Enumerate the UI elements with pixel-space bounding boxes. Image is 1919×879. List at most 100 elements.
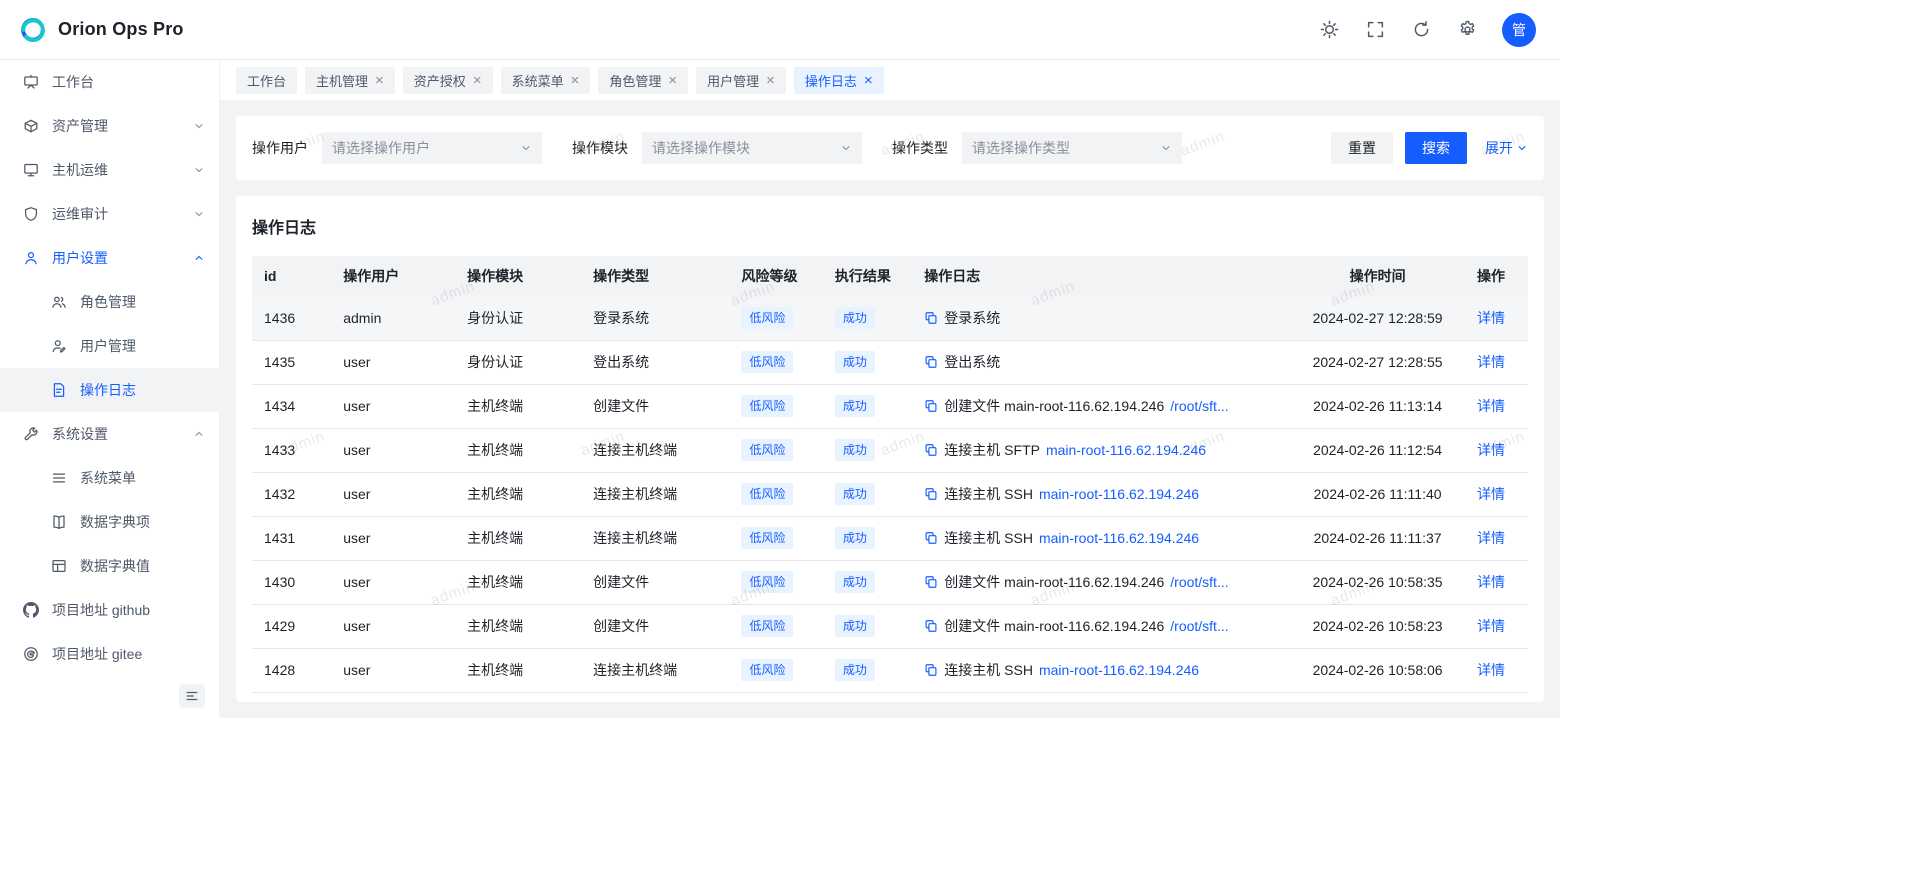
copy-icon[interactable] xyxy=(924,399,938,413)
detail-link[interactable]: 详情 xyxy=(1477,530,1505,546)
tab-label: 资产授权 xyxy=(414,71,466,90)
tab-user-management[interactable]: 用户管理× xyxy=(696,67,786,94)
cell-id: 1433 xyxy=(252,428,331,472)
operation-user-select[interactable]: 请选择操作用户 xyxy=(322,132,542,164)
sidebar-item-user-management[interactable]: 用户管理 xyxy=(0,324,219,368)
github-icon xyxy=(22,602,39,619)
tab-operation-log[interactable]: 操作日志× xyxy=(794,67,884,94)
cell-user: user xyxy=(331,648,455,692)
operation-module-select[interactable]: 请选择操作模块 xyxy=(642,132,862,164)
close-icon[interactable]: × xyxy=(375,73,384,88)
cell-module: 主机终端 xyxy=(455,472,581,516)
detail-link[interactable]: 详情 xyxy=(1477,486,1505,502)
log-link[interactable]: main-root-116.62.194.246 xyxy=(1039,662,1199,678)
log-link[interactable]: /root/sft... xyxy=(1170,574,1228,590)
copy-icon[interactable] xyxy=(924,355,938,369)
detail-link[interactable]: 详情 xyxy=(1477,442,1505,458)
collapse-sidebar-button[interactable] xyxy=(179,684,205,708)
logo-icon xyxy=(18,15,48,45)
result-badge: 成功 xyxy=(835,571,875,593)
copy-icon[interactable] xyxy=(924,619,938,633)
sidebar-item-system-settings[interactable]: 系统设置 xyxy=(0,412,219,456)
log-link[interactable]: main-root-116.62.194.246 xyxy=(1039,486,1199,502)
detail-link[interactable]: 详情 xyxy=(1477,354,1505,370)
result-badge: 成功 xyxy=(835,527,875,549)
cell-module: 身份认证 xyxy=(455,296,581,340)
column-header: 操作时间 xyxy=(1290,256,1465,296)
sidebar-item-gitee[interactable]: 项目地址 gitee xyxy=(0,632,219,676)
chevron-down-icon xyxy=(520,142,532,154)
detail-link[interactable]: 详情 xyxy=(1477,618,1505,634)
sidebar-item-user-settings[interactable]: 用户设置 xyxy=(0,236,219,280)
copy-icon[interactable] xyxy=(924,575,938,589)
sidebar-item-ops-audit[interactable]: 运维审计 xyxy=(0,192,219,236)
detail-link[interactable]: 详情 xyxy=(1477,310,1505,326)
detail-link[interactable]: 详情 xyxy=(1477,398,1505,414)
sidebar-item-workbench[interactable]: 工作台 xyxy=(0,60,219,104)
tab-bar: 工作台主机管理×资产授权×系统菜单×角色管理×用户管理×操作日志× xyxy=(220,60,1560,100)
sidebar-item-github[interactable]: 项目地址 github xyxy=(0,588,219,632)
cell-user: user xyxy=(331,692,455,702)
sidebar-item-host-ops[interactable]: 主机运维 xyxy=(0,148,219,192)
menu-icon xyxy=(50,470,67,487)
close-icon[interactable]: × xyxy=(668,73,677,88)
detail-link[interactable]: 详情 xyxy=(1477,662,1505,678)
refresh-icon[interactable] xyxy=(1410,19,1432,41)
card-title: 操作日志 xyxy=(252,214,1528,238)
reset-button[interactable]: 重置 xyxy=(1331,132,1393,164)
close-icon[interactable]: × xyxy=(473,73,482,88)
log-link[interactable]: /root/sft... xyxy=(1170,398,1228,414)
copy-icon[interactable] xyxy=(924,311,938,325)
user-group-icon xyxy=(50,294,67,311)
copy-icon[interactable] xyxy=(924,531,938,545)
theme-brightness-icon[interactable] xyxy=(1318,19,1340,41)
expand-toggle[interactable]: 展开 xyxy=(1485,138,1528,158)
copy-icon[interactable] xyxy=(924,443,938,457)
cell-type: 连接主机终端 xyxy=(581,516,729,560)
cell-type: 连接主机终端 xyxy=(581,472,729,516)
sidebar-item-system-menu[interactable]: 系统菜单 xyxy=(0,456,219,500)
close-icon[interactable]: × xyxy=(864,73,873,88)
fullscreen-icon[interactable] xyxy=(1364,19,1386,41)
close-icon[interactable]: × xyxy=(766,73,775,88)
cell-id: 1432 xyxy=(252,472,331,516)
tab-system-menu[interactable]: 系统菜单 × xyxy=(501,67,591,94)
risk-badge: 低风险 xyxy=(741,351,793,373)
log-text: 连接主机 SSH xyxy=(944,660,1033,680)
log-link[interactable]: main-root-116.62.194.246 xyxy=(1039,530,1199,546)
operation-log-table: id操作用户操作模块操作类型风险等级执行结果操作日志操作时间操作 1436adm… xyxy=(252,256,1528,702)
copy-icon[interactable] xyxy=(924,663,938,677)
tab-asset-authorization[interactable]: 资产授权 × xyxy=(403,67,493,94)
tab-label: 系统菜单 xyxy=(512,71,564,90)
column-header: 执行结果 xyxy=(823,256,912,296)
tab-host-management[interactable]: 主机管理× xyxy=(305,67,395,94)
sidebar-nav: 工作台资产管理主机运维运维审计用户设置角色管理用户管理操作日志系统设置系统菜单数… xyxy=(0,60,219,678)
operation-type-select[interactable]: 请选择操作类型 xyxy=(962,132,1182,164)
settings-gear-icon[interactable] xyxy=(1456,19,1478,41)
filter-operation-type: 操作类型 请选择操作类型 xyxy=(892,132,1182,164)
copy-icon[interactable] xyxy=(924,487,938,501)
log-link[interactable]: /root/sft... xyxy=(1170,618,1228,634)
detail-link[interactable]: 详情 xyxy=(1477,574,1505,590)
avatar[interactable]: 管 xyxy=(1502,13,1536,47)
cell-time: 2024-02-26 10:58:23 xyxy=(1290,604,1465,648)
chevron-up-icon xyxy=(193,428,205,440)
filter-label: 操作类型 xyxy=(892,138,948,158)
cell-id: 1436 xyxy=(252,296,331,340)
column-header: 操作模块 xyxy=(455,256,581,296)
tab-workbench[interactable]: 工作台 xyxy=(236,67,297,94)
cell-time: 2024-02-27 12:28:55 xyxy=(1290,340,1465,384)
sidebar-item-operation-log[interactable]: 操作日志 xyxy=(0,368,219,412)
search-button[interactable]: 搜索 xyxy=(1405,132,1467,164)
sidebar-item-label: 用户设置 xyxy=(52,248,108,268)
log-link[interactable]: main-root-116.62.194.246 xyxy=(1046,442,1206,458)
cell-module: 主机终端 xyxy=(455,560,581,604)
sidebar-item-asset-management[interactable]: 资产管理 xyxy=(0,104,219,148)
tab-role-management[interactable]: 角色管理× xyxy=(598,67,688,94)
sidebar-item-dict-value[interactable]: 数据字典值 xyxy=(0,544,219,588)
sidebar-item-dict-item[interactable]: 数据字典项 xyxy=(0,500,219,544)
close-icon[interactable]: × xyxy=(571,73,580,88)
logo[interactable]: Orion Ops Pro xyxy=(18,15,184,45)
sidebar-item-role-management[interactable]: 角色管理 xyxy=(0,280,219,324)
sidebar-item-label: 角色管理 xyxy=(80,292,136,312)
